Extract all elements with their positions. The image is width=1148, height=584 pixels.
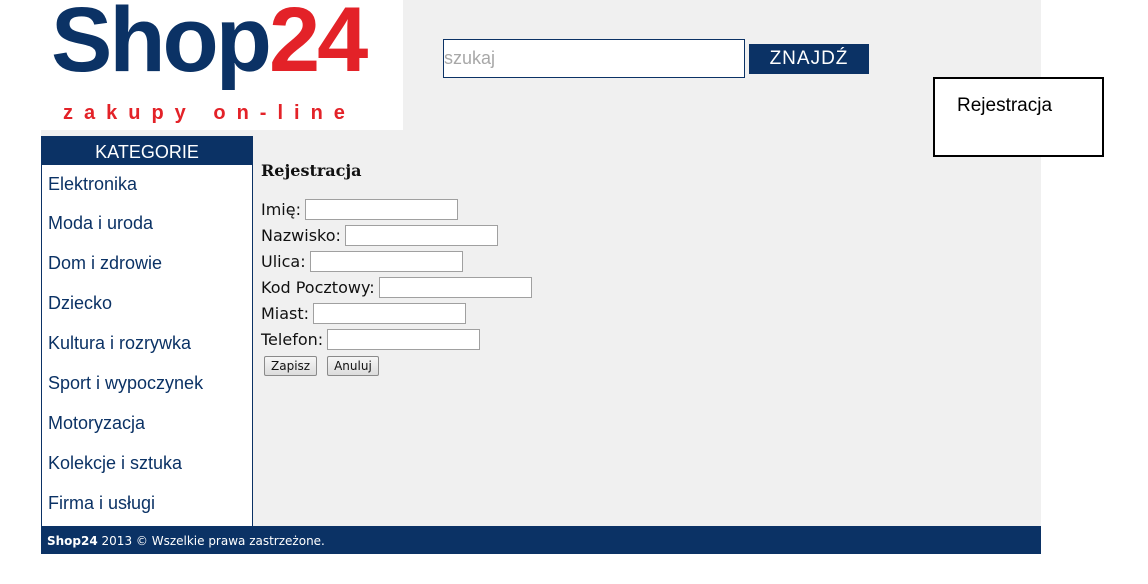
last-name-row: Nazwisko: (261, 222, 532, 248)
sidebar-item-firma-i-uslugi[interactable]: Firma i usługi (42, 485, 252, 525)
city-field[interactable] (313, 302, 467, 324)
sidebar-item-kolekcje-i-sztuka[interactable]: Kolekcje i sztuka (42, 445, 252, 485)
sidebar-item-elektronika[interactable]: Elektronika (42, 165, 252, 205)
city-label: Miast: (261, 303, 310, 323)
first-name-field[interactable] (304, 198, 458, 220)
footer-copyright: 2013 © Wszelkie prawa zastrzeżone. (97, 534, 325, 548)
register-box-label: Rejestracja (957, 95, 1053, 116)
footer: Shop24 2013 © Wszelkie prawa zastrzeżone… (41, 526, 1041, 554)
footer-brand: Shop24 (47, 534, 98, 548)
postal-code-row: Kod Pocztowy: (261, 274, 532, 300)
registration-form: Rejestracja Imię: Nazwisko: Ulica: Kod P… (261, 158, 532, 376)
category-list: Elektronika Moda i uroda Dom i zdrowie D… (42, 165, 252, 525)
phone-row: Telefon: (261, 326, 532, 352)
sidebar-item-kultura-i-rozrywka[interactable]: Kultura i rozrywka (42, 325, 252, 365)
postal-code-label: Kod Pocztowy: (261, 277, 375, 297)
cancel-button[interactable]: Anuluj (327, 356, 379, 376)
phone-field[interactable] (327, 328, 481, 350)
last-name-label: Nazwisko: (261, 225, 341, 245)
last-name-field[interactable] (344, 224, 498, 246)
form-title: Rejestracja (261, 161, 362, 180)
sidebar-item-sport-i-wypoczynek[interactable]: Sport i wypoczynek (42, 365, 252, 405)
category-sidebar: KATEGORIE Elektronika Moda i uroda Dom i… (41, 136, 253, 526)
search-input[interactable] (443, 39, 745, 78)
sidebar-header: KATEGORIE (42, 136, 252, 165)
logo-brand: Shop (51, 0, 272, 91)
sidebar-item-dom-i-zdrowie[interactable]: Dom i zdrowie (42, 245, 252, 285)
first-name-row: Imię: (261, 196, 532, 222)
postal-code-field[interactable] (378, 276, 532, 298)
street-field[interactable] (309, 250, 463, 272)
street-label: Ulica: (261, 251, 306, 271)
search-button[interactable]: ZNAJDŹ (749, 44, 869, 74)
first-name-label: Imię: (261, 199, 301, 219)
phone-label: Telefon: (261, 329, 324, 349)
register-box[interactable]: Rejestracja (933, 77, 1104, 157)
city-row: Miast: (261, 300, 532, 326)
logo-wordmark: Shop24 (51, 0, 368, 91)
logo-tagline: zakupy on-line (63, 102, 356, 124)
logo-number: 24 (268, 0, 368, 91)
sidebar-item-moda-i-uroda[interactable]: Moda i uroda (42, 205, 252, 245)
logo[interactable]: Shop24 zakupy on-line (41, 0, 403, 130)
form-actions: Zapisz Anuluj (261, 356, 532, 376)
street-row: Ulica: (261, 248, 532, 274)
sidebar-item-dziecko[interactable]: Dziecko (42, 285, 252, 325)
save-button[interactable]: Zapisz (264, 356, 318, 376)
sidebar-item-motoryzacja[interactable]: Motoryzacja (42, 405, 252, 445)
